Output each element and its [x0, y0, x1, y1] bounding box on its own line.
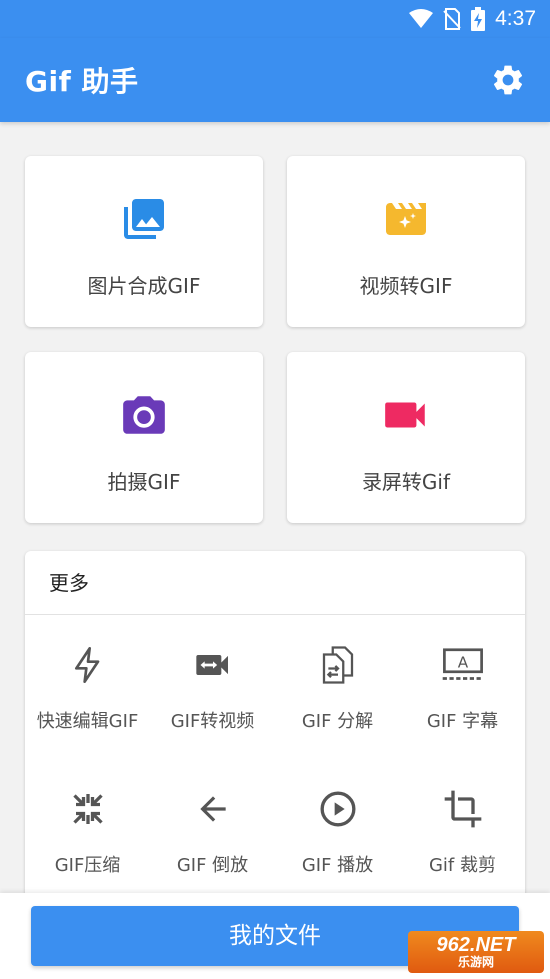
gear-icon	[493, 65, 523, 95]
app-bar: Gif 助手	[0, 38, 550, 122]
image-to-gif-card[interactable]: 图片合成GIF	[25, 156, 263, 327]
crop-icon	[441, 787, 485, 831]
gif-reverse-tool[interactable]: GIF 倒放	[150, 759, 275, 903]
tool-label: GIF转视频	[170, 711, 255, 732]
image-collection-icon	[119, 194, 169, 244]
screen-record-gif-card[interactable]: 录屏转Gif	[287, 352, 525, 523]
tools-grid: 快速编辑GIF GIF转视频 GIF 分解 A GIF 字幕 GIF压缩 GIF…	[25, 615, 525, 903]
more-tools-panel: 更多 快速编辑GIF GIF转视频 GIF 分解 A GIF 字幕 GIF压缩 …	[25, 551, 525, 911]
bottom-bar: 我的文件 962.NET 乐游网	[0, 893, 550, 979]
tool-label: GIF 字幕	[426, 711, 499, 732]
compress-icon	[66, 787, 110, 831]
camera-icon	[119, 390, 169, 440]
camera-gif-card[interactable]: 拍摄GIF	[25, 352, 263, 523]
more-heading: 更多	[25, 551, 525, 615]
card-label: 图片合成GIF	[87, 274, 201, 298]
video-to-gif-card[interactable]: 视频转GIF	[287, 156, 525, 327]
no-sim-icon	[443, 8, 461, 30]
svg-text:A: A	[457, 654, 468, 672]
card-label: 拍摄GIF	[107, 470, 181, 494]
gif-to-video-tool[interactable]: GIF转视频	[150, 615, 275, 759]
gif-split-tool[interactable]: GIF 分解	[275, 615, 400, 759]
play-circle-icon	[316, 787, 360, 831]
arrow-back-icon	[191, 787, 235, 831]
tool-label: GIF压缩	[54, 855, 121, 876]
settings-button[interactable]	[486, 58, 530, 102]
tool-label: GIF 倒放	[176, 855, 249, 876]
watermark-line1: 962.NET	[436, 934, 516, 956]
gif-crop-tool[interactable]: Gif 裁剪	[400, 759, 525, 903]
quick-edit-gif-tool[interactable]: 快速编辑GIF	[25, 615, 150, 759]
tool-label: GIF 分解	[301, 711, 374, 732]
status-time: 4:37	[495, 7, 536, 30]
subtitle-icon: A	[441, 643, 485, 687]
wifi-icon	[409, 9, 434, 28]
flash-icon	[66, 643, 110, 687]
site-watermark-logo: 962.NET 乐游网	[408, 931, 544, 973]
gif-play-tool[interactable]: GIF 播放	[275, 759, 400, 903]
gif-compress-tool[interactable]: GIF压缩	[25, 759, 150, 903]
gif-subtitle-tool[interactable]: A GIF 字幕	[400, 615, 525, 759]
watermark-line2: 乐游网	[457, 955, 494, 969]
status-bar: 4:37	[0, 0, 550, 38]
app-title: Gif 助手	[25, 65, 139, 98]
tool-label: GIF 播放	[301, 855, 374, 876]
split-frames-icon	[316, 643, 360, 687]
tool-label: 快速编辑GIF	[36, 711, 139, 732]
movie-creation-icon	[381, 194, 431, 244]
card-label: 视频转GIF	[359, 274, 453, 298]
card-label: 录屏转Gif	[361, 470, 451, 494]
videocam-icon	[381, 390, 431, 440]
gif-to-video-icon	[191, 643, 235, 687]
battery-charging-icon	[471, 7, 486, 31]
tool-label: Gif 裁剪	[428, 855, 496, 876]
